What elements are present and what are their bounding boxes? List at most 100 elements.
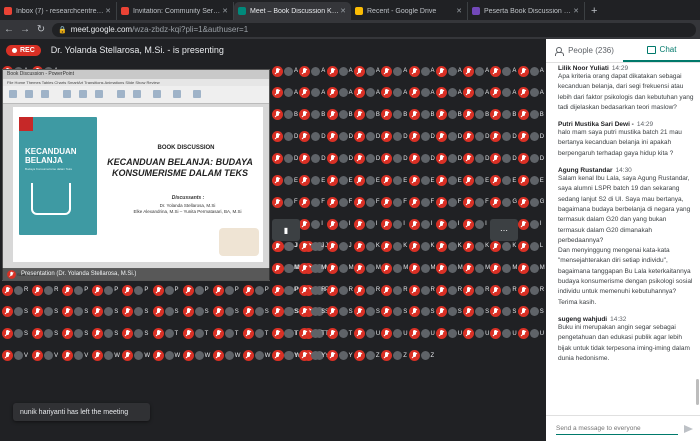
participant-tile[interactable]: T: [212, 326, 244, 342]
mic-off-icon: [408, 328, 420, 340]
mic-off-icon: [408, 87, 420, 99]
participant-initial: W: [144, 352, 151, 359]
participant-tile[interactable]: D: [517, 151, 549, 167]
mic-off-icon: [326, 284, 338, 296]
forward-icon[interactable]: →: [20, 24, 30, 35]
book-cover: KECANDUAN BELANJA Budaya Konsumerisme da…: [19, 117, 97, 235]
participant-tile[interactable]: T: [152, 326, 184, 342]
avatar: [134, 285, 144, 295]
participant-tile[interactable]: S: [92, 304, 123, 320]
participant-tile[interactable]: S: [62, 326, 93, 342]
participant-tile[interactable]: L: [517, 238, 549, 254]
participant-tile[interactable]: P: [152, 282, 184, 298]
participant-tile[interactable]: P: [212, 282, 244, 298]
participant-initial: S: [430, 308, 435, 315]
participant-tile[interactable]: S: [517, 304, 549, 320]
shopping-cart-illustration: [31, 183, 71, 215]
avatar: [284, 88, 293, 98]
participant-tile[interactable]: P: [242, 282, 274, 298]
participant-tile[interactable]: V: [2, 348, 33, 364]
participant-tile[interactable]: T: [242, 326, 274, 342]
mic-off-icon: [435, 284, 447, 296]
participant-initial: S: [485, 308, 490, 315]
participant-tile[interactable]: S: [92, 326, 123, 342]
participant-tile[interactable]: R: [2, 282, 33, 298]
close-tab-icon[interactable]: ✕: [221, 7, 229, 15]
tab-chat[interactable]: Chat: [623, 39, 700, 62]
participant-tile[interactable]: W: [212, 348, 244, 364]
participant-tile[interactable]: G: [517, 194, 549, 210]
participant-tile[interactable]: S: [182, 304, 214, 320]
presenter-thumbnail[interactable]: ▮: [272, 219, 300, 241]
participant-tile[interactable]: E: [517, 173, 549, 189]
participant-tile[interactable]: V: [62, 348, 93, 364]
close-tab-icon[interactable]: ✕: [339, 7, 347, 15]
participant-tile[interactable]: P: [62, 282, 93, 298]
participant-tile[interactable]: W: [182, 348, 214, 364]
participant-initial: V: [24, 352, 29, 359]
close-tab-icon[interactable]: ✕: [572, 7, 580, 15]
participant-tile[interactable]: S: [62, 304, 93, 320]
participant-tile[interactable]: W: [92, 348, 123, 364]
mic-off-icon: [381, 284, 393, 296]
tab-people[interactable]: People (236): [546, 39, 623, 62]
shared-screen-tile[interactable]: Book Discussion - PowerPoint File Home T…: [2, 69, 270, 281]
participant-tile[interactable]: M: [517, 260, 549, 276]
participant-tile[interactable]: S: [122, 326, 153, 342]
mic-off-icon: [299, 350, 311, 362]
new-tab-button[interactable]: +: [585, 5, 603, 20]
back-icon[interactable]: ←: [4, 24, 14, 35]
browser-tab[interactable]: Peserta Book Discussion 2020 ✕: [468, 2, 585, 20]
participant-initial: S: [174, 308, 179, 315]
participant-initial: D: [430, 155, 435, 162]
participant-tile[interactable]: S: [2, 304, 33, 320]
mic-off-icon: [272, 240, 283, 252]
participant-tile[interactable]: V: [32, 348, 63, 364]
participant-tile[interactable]: D: [517, 129, 549, 145]
participant-tile[interactable]: S: [122, 304, 153, 320]
participant-tile[interactable]: S: [2, 326, 33, 342]
chat-messages[interactable]: Lilik Noor Yuliati 14:29 Apa kriteria oran…: [546, 63, 700, 415]
browser-tab[interactable]: Invitation: Community Service ✕: [117, 2, 234, 20]
participant-initial: B: [321, 111, 326, 118]
participant-tile[interactable]: S: [212, 304, 244, 320]
participant-tile[interactable]: B: [517, 107, 549, 123]
participant-tile[interactable]: P: [122, 282, 153, 298]
browser-tab[interactable]: Inbox (7) - researchcentre@lsp ✕: [0, 2, 117, 20]
mic-off-icon: [381, 109, 393, 121]
participant-initial: I: [321, 221, 323, 228]
participant-tile[interactable]: Z: [408, 348, 440, 364]
more-options-thumbnail[interactable]: ⋯: [490, 219, 518, 241]
participant-tile[interactable]: S: [152, 304, 184, 320]
participant-tile[interactable]: T: [182, 326, 214, 342]
participant-tile[interactable]: I: [517, 216, 549, 232]
address-bar[interactable]: 🔒 meet.google.com /wza-zbdz-kqi?pli=1&au…: [52, 22, 696, 37]
participant-tile[interactable]: R: [32, 282, 63, 298]
mic-off-icon: [62, 350, 74, 362]
close-tab-icon[interactable]: ✕: [455, 7, 463, 15]
participant-tile[interactable]: S: [32, 304, 63, 320]
participant-initial: E: [403, 177, 408, 184]
participant-tile[interactable]: W: [122, 348, 153, 364]
chat-input[interactable]: [556, 422, 678, 435]
participant-tile[interactable]: S: [242, 304, 274, 320]
participant-tile[interactable]: S: [32, 326, 63, 342]
browser-tab[interactable]: Meet – Book Discussion Kecan ✕: [234, 2, 351, 20]
participant-tile[interactable]: R: [517, 282, 549, 298]
participant-tile[interactable]: A: [517, 63, 549, 79]
participant-tile[interactable]: W: [242, 348, 274, 364]
reload-icon[interactable]: ↻: [36, 24, 46, 35]
participant-tile[interactable]: P: [182, 282, 214, 298]
close-tab-icon[interactable]: ✕: [104, 7, 112, 15]
participant-tile[interactable]: U: [517, 326, 549, 342]
participant-tile[interactable]: A: [517, 85, 549, 101]
browser-tab[interactable]: Recent - Google Drive ✕: [351, 2, 468, 20]
mic-off-icon: [62, 284, 74, 296]
mic-off-icon: [152, 284, 164, 296]
chat-scrollbar[interactable]: [696, 379, 699, 405]
avatar: [420, 154, 430, 164]
mic-off-icon: [182, 350, 194, 362]
participant-tile[interactable]: W: [152, 348, 184, 364]
participant-tile[interactable]: P: [92, 282, 123, 298]
send-icon[interactable]: [684, 424, 694, 433]
